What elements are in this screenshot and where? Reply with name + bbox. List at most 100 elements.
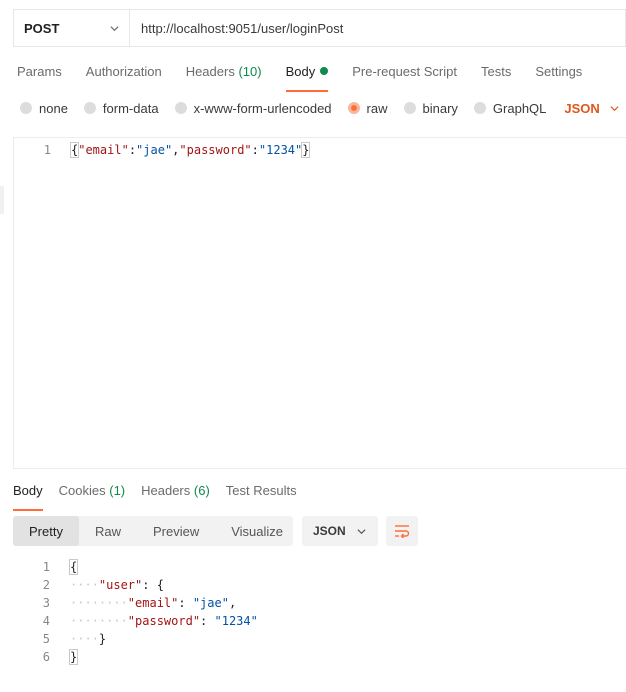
tab-body[interactable]: Body — [285, 64, 329, 92]
chevron-down-icon — [110, 25, 119, 31]
json-value-password: "1234" — [258, 143, 303, 157]
radio-circle — [20, 102, 32, 114]
request-tabs: Params Authorization Headers (10) Body P… — [17, 64, 606, 92]
wrap-lines-button[interactable] — [386, 516, 418, 546]
tab-params[interactable]: Params — [17, 64, 62, 90]
url-input[interactable]: http://localhost:9051/user/loginPost — [130, 10, 625, 46]
tab-tests[interactable]: Tests — [481, 64, 511, 90]
line-number: 1 — [42, 560, 50, 574]
sidebar-edge — [0, 186, 4, 214]
close-brace: } — [301, 142, 311, 158]
method-label: POST — [24, 20, 60, 36]
response-line: 6} — [13, 648, 413, 666]
response-line-content: ········"email": "jae", — [70, 596, 236, 610]
json-key: "user" — [98, 578, 143, 592]
response-body-viewer[interactable]: 1{2 ····"user": {3 ········"email": "jae",… — [13, 558, 413, 666]
body-modified-dot — [320, 67, 329, 75]
headers-count: (10) — [238, 64, 262, 79]
json-punctuation: : — [200, 614, 215, 628]
request-bar: POST http://localhost:9051/user/loginPos… — [13, 9, 626, 47]
radio-circle — [473, 102, 486, 114]
json-value-email: "jae" — [136, 143, 173, 157]
indent-whitespace: ········ — [70, 596, 128, 610]
tab-label: Tests — [480, 64, 512, 79]
view-label: Pretty — [29, 523, 63, 539]
json-punctuation: { — [68, 559, 79, 575]
response-line: 3 ········"email": "jae", — [13, 594, 413, 612]
json-punctuation: } — [68, 649, 79, 665]
response-line: 2 ····"user": { — [13, 576, 413, 594]
chevron-down-icon — [357, 528, 366, 534]
response-line-content: ····} — [70, 632, 106, 646]
editor-line: 1 {"email":"jae","password":"1234"} — [14, 141, 311, 159]
colon: : — [128, 143, 137, 157]
indent-whitespace: ···· — [70, 632, 99, 646]
line-number: 6 — [42, 650, 50, 664]
view-visualize-button[interactable]: Visualize — [215, 516, 299, 546]
view-mode-control: Pretty Raw Preview Visualize — [13, 516, 293, 546]
json-punctuation: : { — [142, 578, 164, 592]
request-body-editor[interactable]: 1 {"email":"jae","password":"1234"} — [13, 137, 626, 469]
radio-circle — [174, 102, 187, 114]
radio-none[interactable]: none — [20, 101, 68, 116]
radio-x-www-form-urlencoded[interactable]: x-www-form-urlencoded — [174, 101, 332, 116]
view-label: Raw — [94, 523, 121, 539]
tab-label: Headers — [185, 64, 235, 79]
line-number: 5 — [42, 632, 50, 646]
view-label: Preview — [152, 523, 200, 539]
response-headers-count: (6) — [193, 483, 210, 498]
radio-label: form-data — [102, 100, 159, 116]
json-value: "jae" — [192, 596, 229, 610]
tab-headers[interactable]: Headers (10) — [186, 64, 262, 90]
tab-response-body[interactable]: Body — [13, 483, 43, 511]
view-raw-button[interactable]: Raw — [79, 516, 137, 546]
response-format-select[interactable]: JSON — [302, 516, 378, 546]
response-line: 1{ — [13, 558, 413, 576]
response-line-content: ········"password": "1234" — [70, 614, 258, 628]
response-line-content: } — [68, 649, 79, 665]
radio-graphql[interactable]: GraphQL — [473, 100, 547, 116]
editor-line-content: {"email":"jae","password":"1234"} — [69, 142, 311, 158]
tab-label: Cookies — [58, 483, 106, 498]
response-line-content: { — [68, 559, 79, 575]
body-type-options: none form-data x-www-form-urlencoded raw… — [20, 98, 619, 118]
tab-pre-request-script[interactable]: Pre-request Script — [352, 64, 457, 90]
language-select[interactable]: JSON — [564, 101, 619, 116]
tab-authorization[interactable]: Authorization — [86, 64, 162, 90]
colon: : — [251, 143, 259, 157]
radio-label: GraphQL — [492, 100, 547, 116]
tab-label: Test Results — [225, 483, 297, 498]
radio-circle — [83, 102, 96, 114]
radio-form-data[interactable]: form-data — [83, 100, 159, 116]
method-select[interactable]: POST — [14, 10, 130, 46]
json-key: "password" — [127, 614, 201, 628]
line-number: 1 — [43, 143, 51, 157]
tab-label: Headers — [141, 483, 191, 498]
radio-label: raw — [366, 100, 388, 116]
response-line: 5 ····} — [13, 630, 413, 648]
json-key-email: "email" — [78, 143, 129, 157]
tab-response-headers[interactable]: Headers (6) — [141, 483, 210, 509]
view-label: Visualize — [231, 523, 284, 539]
radio-raw[interactable]: raw — [347, 100, 388, 116]
radio-circle-selected — [347, 102, 360, 114]
json-punctuation: , — [228, 596, 237, 610]
view-pretty-button[interactable]: Pretty — [13, 516, 79, 546]
indent-whitespace: ···· — [70, 578, 99, 592]
radio-circle — [403, 102, 416, 114]
format-label: JSON — [313, 524, 346, 538]
radio-binary[interactable]: binary — [403, 101, 458, 116]
tab-test-results[interactable]: Test Results — [226, 483, 297, 509]
response-tabs: Body Cookies (1) Headers (6) Test Result… — [13, 483, 313, 511]
json-punctuation: : — [178, 596, 193, 610]
tab-settings[interactable]: Settings — [535, 64, 582, 90]
tab-label: Body — [13, 483, 43, 498]
tab-label: Pre-request Script — [352, 64, 457, 79]
json-punctuation: } — [98, 632, 107, 646]
chevron-down-icon — [610, 105, 619, 111]
tab-cookies[interactable]: Cookies (1) — [59, 483, 125, 509]
tab-label: Body — [285, 64, 316, 79]
wrap-lines-icon — [395, 525, 410, 538]
line-number: 3 — [42, 596, 50, 610]
view-preview-button[interactable]: Preview — [137, 516, 215, 546]
